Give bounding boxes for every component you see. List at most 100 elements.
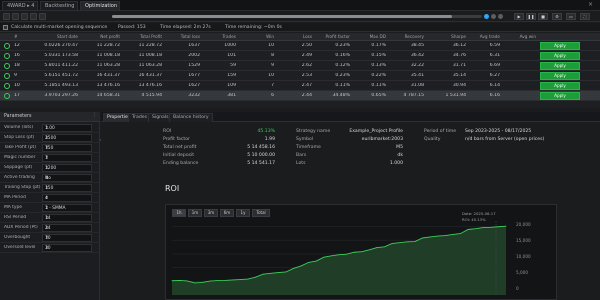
- param-value-input[interactable]: 24 ⇕: [42, 224, 92, 232]
- param-value-input[interactable]: 1.00 ⇕: [42, 124, 92, 132]
- roi-data-point: [209, 280, 211, 282]
- apply-button[interactable]: Apply: [540, 92, 580, 100]
- refresh-icon[interactable]: [21, 13, 28, 20]
- spinner-icon[interactable]: ⇕: [45, 156, 90, 161]
- spinner-icon[interactable]: ⇕: [45, 226, 90, 231]
- spinner-icon[interactable]: ⇕: [45, 146, 90, 151]
- spinner-icon[interactable]: ⇕: [45, 246, 90, 251]
- table-row[interactable]: 10 5.1851 493.13 13 476.16 13 476.16 162…: [0, 81, 600, 91]
- col-header-profit-factor[interactable]: Profit factor: [314, 34, 350, 39]
- table-row[interactable]: 16 5.0331 173.58 11 008.18 11 008.18 200…: [0, 51, 600, 61]
- spinner-icon[interactable]: ⇕: [45, 206, 90, 211]
- param-value-input[interactable]: 7 ⇕: [42, 154, 92, 162]
- apply-button[interactable]: Apply: [540, 42, 580, 50]
- redo-icon[interactable]: [12, 13, 19, 20]
- col-header-recovery[interactable]: Recovery: [388, 34, 424, 39]
- spinner-icon[interactable]: ⇕: [45, 196, 90, 201]
- col-header-trades[interactable]: Trades: [202, 34, 236, 39]
- col-header-num[interactable]: #: [14, 34, 28, 39]
- spinner-icon[interactable]: ⇕: [45, 126, 90, 131]
- roi-data-point: [247, 278, 249, 280]
- spinner-icon[interactable]: ⇕: [45, 176, 90, 181]
- tab-4ward[interactable]: 4WARD ▸ 4: [2, 1, 38, 10]
- col-header-net-profit[interactable]: Net profit: [80, 34, 120, 39]
- window-close-icon[interactable]: ×: [588, 1, 593, 8]
- cell-net-profit: 11 063.28: [96, 63, 120, 68]
- col-header-total-loss[interactable]: Total loss: [164, 34, 200, 39]
- fullscreen-button[interactable]: ⛶: [580, 13, 590, 20]
- filter-icon[interactable]: [30, 13, 37, 20]
- param-value-input[interactable]: 4 ⇕: [42, 194, 92, 202]
- spinner-icon[interactable]: ⇕: [45, 186, 90, 191]
- y-tick-label: 10,000: [516, 254, 531, 259]
- tab-optimization[interactable]: Optimization: [80, 1, 120, 10]
- param-row: RSI Period 14 ⇕: [0, 213, 100, 223]
- cell-net-profit: 11 008.18: [96, 53, 120, 58]
- param-row: Trailing Stop (pt) 150 ⇕: [0, 183, 100, 193]
- cell-start-date: 5.8011 411.22: [44, 63, 78, 68]
- param-value-input[interactable]: 30 ⇕: [42, 244, 92, 252]
- detail-tabs: Properties Trades Signals Balance histor…: [101, 112, 600, 122]
- pause-button[interactable]: ❚❚: [526, 13, 536, 20]
- col-header-win[interactable]: Win: [238, 34, 274, 39]
- layout-button[interactable]: ▭: [566, 13, 576, 20]
- optimization-summary: Calculate multi-market opening sequence …: [0, 23, 600, 32]
- col-header-max-dd[interactable]: Max DD: [352, 34, 386, 39]
- settings-button[interactable]: ⚙: [552, 13, 562, 20]
- apply-button[interactable]: Apply: [540, 82, 580, 90]
- roi-data-point: [300, 265, 302, 267]
- cell-avg-trade: 6.14: [489, 83, 500, 88]
- apply-button[interactable]: Apply: [540, 62, 580, 70]
- param-value-input[interactable]: 1200 ⇕: [42, 164, 92, 172]
- param-value-input[interactable]: 1 - SMMA ⇕: [42, 204, 92, 212]
- spinner-icon[interactable]: ⇕: [45, 136, 90, 141]
- table-row-selected[interactable]: 17 3.9703 297.26 14 658.31 4 515.94 3232…: [0, 91, 600, 101]
- param-label: Slippage (pt): [4, 165, 33, 170]
- stop-button[interactable]: ■: [538, 13, 548, 20]
- tab-backtesting[interactable]: Backtesting: [40, 1, 78, 10]
- chart-tooltip-line-2: ROI: 45.13%: [462, 217, 486, 222]
- col-header-loss[interactable]: Loss: [276, 34, 312, 39]
- col-header-avg-win[interactable]: Avg win: [502, 34, 536, 39]
- param-value-input[interactable]: 2500 ⇕: [42, 134, 92, 142]
- spinner-icon[interactable]: ⇕: [45, 236, 90, 241]
- kv-net-profit-value: 5 14 458.16: [247, 145, 275, 150]
- apply-button[interactable]: Apply: [540, 72, 580, 80]
- spinner-icon[interactable]: ⇕: [45, 166, 90, 171]
- tab-balance-history-label: Balance history: [173, 115, 209, 120]
- roi-data-point: [414, 241, 416, 242]
- apply-button[interactable]: Apply: [540, 52, 580, 60]
- param-value-input[interactable]: 150 ⇕: [42, 184, 92, 192]
- cell-profit-factor: 0.16%: [335, 53, 350, 58]
- play-button[interactable]: ▶: [514, 13, 524, 20]
- cell-num: 9: [14, 73, 17, 78]
- col-header-sharpe[interactable]: Sharpe: [426, 34, 466, 39]
- window-tabstrip: 4WARD ▸ 4 Backtesting Optimization ×: [0, 0, 600, 11]
- col-header-total-profit[interactable]: Total Profit: [122, 34, 162, 39]
- panel-menu-icon[interactable]: ⋮: [92, 113, 97, 118]
- cell-net-profit: 11 228.72: [96, 43, 120, 48]
- col-header-start-date[interactable]: Start date: [30, 34, 78, 39]
- cell-profit-factor: 0.12%: [335, 63, 350, 68]
- cell-sharpe: 1 531.94: [445, 93, 466, 98]
- col-header-avg-trade[interactable]: Avg trade: [468, 34, 500, 39]
- param-value-input[interactable]: No ⇕: [42, 174, 92, 182]
- undo-icon[interactable]: [3, 13, 10, 20]
- table-row[interactable]: 9 5.6151 451.72 16 431.37 16 431.37 1677…: [0, 71, 600, 81]
- param-label: Active trading: [4, 175, 35, 180]
- cell-profit-factor: 34.48%: [332, 93, 350, 98]
- table-row[interactable]: 18 5.8011 411.22 11 063.28 11 063.28 152…: [0, 61, 600, 71]
- multi-market-checkbox[interactable]: [3, 25, 8, 30]
- export-icon[interactable]: [39, 13, 46, 20]
- param-value-input[interactable]: 14 ⇕: [42, 214, 92, 222]
- table-row[interactable]: 12 0.0226 270.47 11 228.72 11 228.72 163…: [0, 41, 600, 51]
- tab-balance-history[interactable]: Balance history: [169, 113, 213, 122]
- param-value-input[interactable]: 70 ⇕: [42, 234, 92, 242]
- roi-data-point: [368, 249, 370, 251]
- cell-win: 7: [271, 83, 274, 88]
- spinner-icon[interactable]: ⇕: [45, 216, 90, 221]
- roi-data-point: [422, 237, 423, 239]
- roi-chart-svg: [171, 221, 507, 295]
- param-value-input[interactable]: 750 ⇕: [42, 144, 92, 152]
- kv-bars-value: dk: [397, 153, 403, 158]
